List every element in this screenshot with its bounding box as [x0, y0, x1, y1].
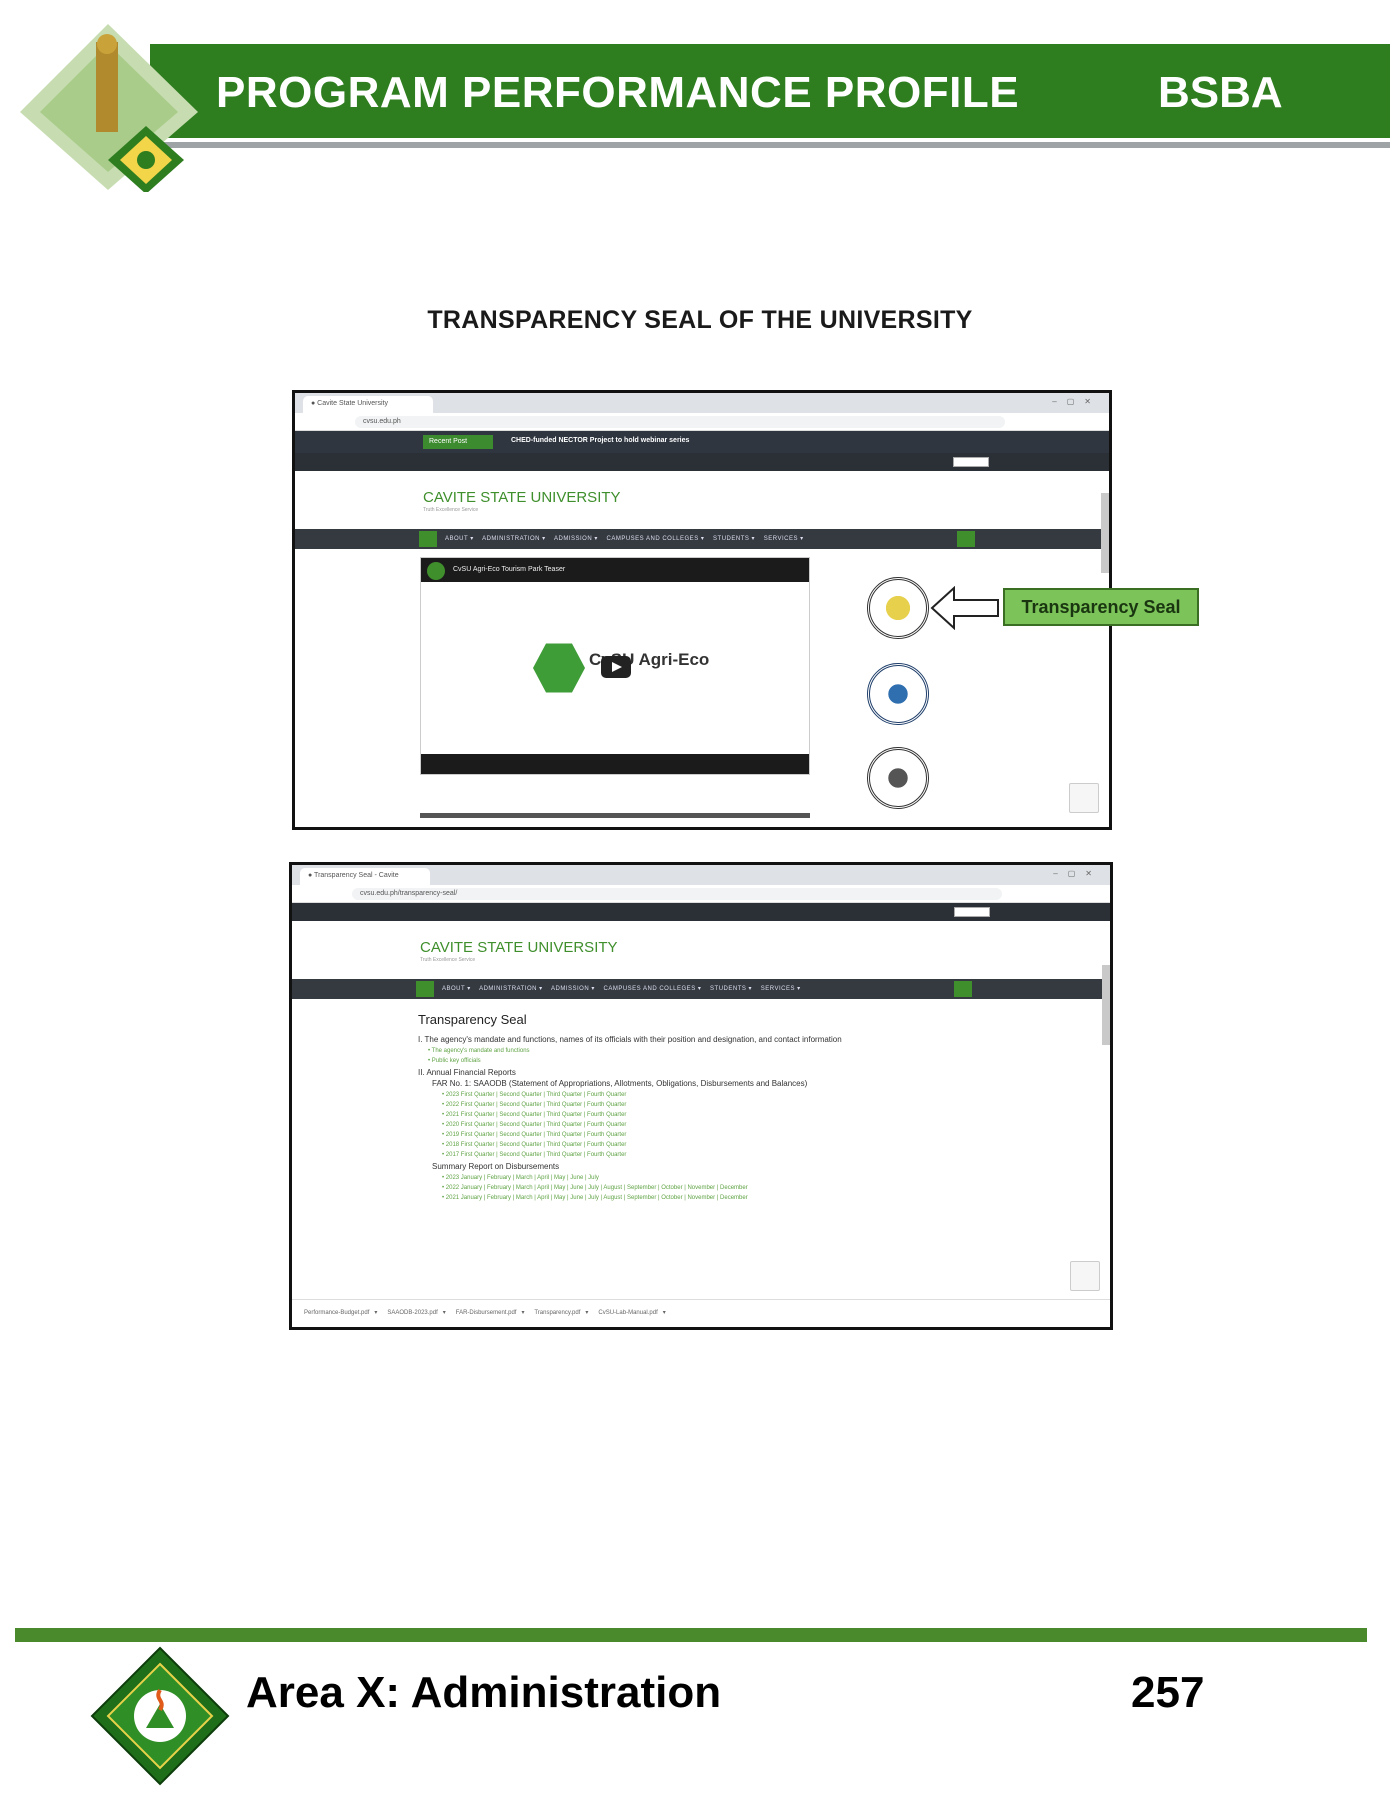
foi-seal-icon [867, 663, 929, 725]
window-controls: –▢✕ [1052, 397, 1101, 406]
header-title: PROGRAM PERFORMANCE PROFILE [216, 68, 1020, 117]
home-icon [416, 981, 434, 997]
video-player: CvSU Agri-Eco Tourism Park Teaser CvSU A… [420, 557, 810, 775]
transparency-seal-icon [867, 577, 929, 639]
site-name: CAVITE STATE UNIVERSITY [423, 489, 621, 506]
document-page: PROGRAM PERFORMANCE PROFILE BSBA TRANSPA… [0, 0, 1390, 1800]
cvsu-seal-logo [90, 1646, 230, 1786]
browser-screenshot-transparency: ● Transparency Seal - Cavite –▢✕ cvsu.ed… [289, 862, 1113, 1330]
address-bar: cvsu.edu.ph/transparency-seal/ [292, 885, 1110, 903]
page-title: Transparency Seal [418, 1012, 527, 1027]
video-controls [421, 754, 809, 774]
recent-post-chip: Recent Post [423, 435, 493, 449]
news-strip: Recent Post CHED-funded NECTOR Project t… [295, 431, 1109, 453]
site-brand: CAVITE STATE UNIVERSITY Truth Excellence… [292, 921, 1110, 979]
address-bar: cvsu.edu.ph [295, 413, 1109, 431]
browser-tab: ● Cavite State University [303, 396, 433, 413]
header-underline [150, 142, 1390, 148]
window-controls: –▢✕ [1053, 869, 1102, 878]
home-icon [419, 531, 437, 547]
summary-heading: Summary Report on Disbursements [432, 1162, 560, 1171]
search-icon [957, 531, 975, 547]
site-navbar: ABOUT ▾ ADMINISTRATION ▾ ADMISSION ▾ CAM… [295, 529, 1109, 549]
transparency-seal-callout: Transparency Seal [1003, 588, 1199, 626]
date-strip [292, 903, 1110, 921]
search-icon [954, 981, 972, 997]
program-code: BSBA [1158, 68, 1283, 117]
news-headline: CHED-funded NECTOR Project to hold webin… [511, 437, 690, 444]
site-navbar: ABOUT ▾ ADMINISTRATION ▾ ADMISSION ▾ CAM… [292, 979, 1110, 999]
footer-rule [15, 1628, 1367, 1642]
citizens-charter-seal-icon [867, 747, 929, 809]
content-item: II. Annual Financial Reports [418, 1068, 516, 1077]
far-heading: FAR No. 1: SAAODB (Statement of Appropri… [432, 1079, 808, 1088]
university-logo [18, 22, 218, 194]
park-logo-icon [533, 643, 585, 693]
downloads-bar: Performance-Budget.pdf ▾ SAAODB-2023.pdf… [292, 1299, 1110, 1327]
site-name: CAVITE STATE UNIVERSITY [420, 939, 618, 956]
footer-area-label: Area X: Administration [246, 1668, 722, 1717]
section-title: TRANSPARENCY SEAL OF THE UNIVERSITY [427, 306, 973, 334]
play-icon [601, 656, 631, 678]
recaptcha-icon [1069, 783, 1099, 813]
transparency-content: Transparency Seal I. The agency's mandat… [418, 1012, 1090, 1203]
video-title: CvSU Agri-Eco Tourism Park Teaser [453, 566, 566, 573]
browser-tab: ● Transparency Seal - Cavite [300, 868, 430, 885]
page-number: 257 [1131, 1668, 1205, 1717]
date-strip [295, 453, 1109, 471]
browser-tabbar: ● Cavite State University –▢✕ [295, 393, 1109, 413]
site-brand: CAVITE STATE UNIVERSITY Truth Excellence… [295, 471, 1109, 529]
recaptcha-icon [1070, 1261, 1100, 1291]
content-item: I. The agency's mandate and functions, n… [418, 1035, 842, 1044]
left-arrow-icon [930, 586, 999, 630]
browser-tabbar: ● Transparency Seal - Cavite –▢✕ [292, 865, 1110, 885]
